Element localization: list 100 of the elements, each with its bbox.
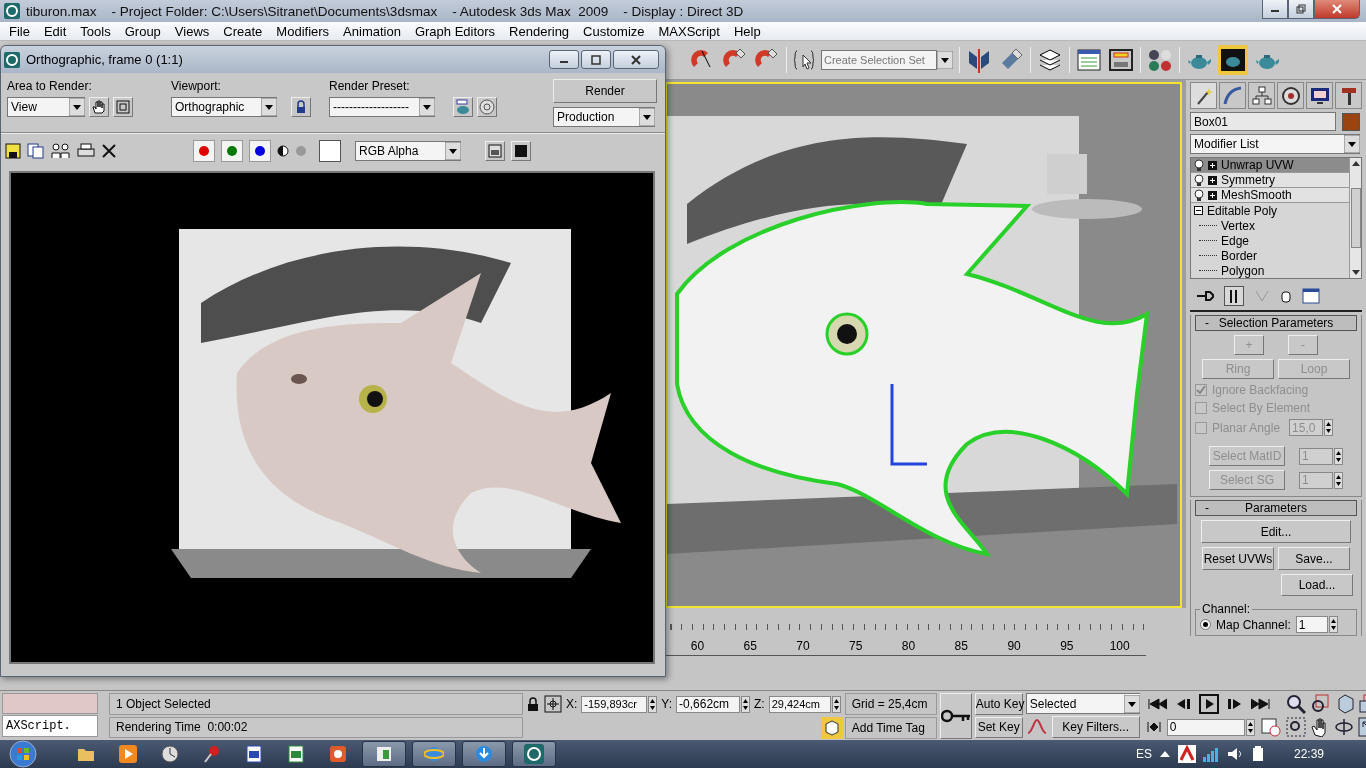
menu-item[interactable]: MAXScript <box>651 23 727 39</box>
object-name-field[interactable]: Box01 <box>1190 112 1336 131</box>
spinner-arrows-icon[interactable] <box>831 695 841 713</box>
zoom-all-icon[interactable] <box>1309 693 1330 714</box>
channel-toggle-button[interactable] <box>193 139 215 162</box>
show-end-result-icon[interactable] <box>1224 286 1244 306</box>
go-to-end-icon[interactable] <box>1250 697 1271 710</box>
menu-item[interactable]: File <box>2 23 37 39</box>
taskbar-button[interactable] <box>362 741 406 767</box>
lock-icon[interactable] <box>526 696 540 712</box>
stack-subitem[interactable]: Border <box>1191 248 1349 263</box>
start-button-icon[interactable] <box>6 740 40 768</box>
maxscript-field[interactable]: AXScript. <box>2 715 98 737</box>
menu-item[interactable]: Help <box>726 23 768 39</box>
copy-icon[interactable] <box>27 142 45 159</box>
clear-icon[interactable] <box>101 142 117 159</box>
taskbar-button[interactable] <box>412 741 456 767</box>
y-field[interactable]: -0,662cm <box>676 695 741 713</box>
stack-item[interactable]: Unwrap UVW <box>1191 158 1349 174</box>
selection-set-field[interactable]: Create Selection Set <box>821 50 937 70</box>
menu-item[interactable]: Tools <box>73 23 118 39</box>
expand-icon[interactable] <box>1208 190 1217 200</box>
menu-item[interactable]: Customize <box>576 23 652 39</box>
clock[interactable]: 22:39 <box>1293 747 1324 761</box>
configure-sets-icon[interactable] <box>1302 288 1320 304</box>
key-mode-dropdown[interactable]: Selected <box>1025 693 1140 714</box>
monochrome-icon[interactable] <box>277 144 289 157</box>
volume-icon[interactable] <box>1225 746 1244 762</box>
rollout-header[interactable]: - Parameters <box>1195 500 1357 516</box>
signal-icon[interactable] <box>1201 746 1220 762</box>
menu-item[interactable]: Graph Editors <box>407 23 503 39</box>
dropdown-arrow-icon[interactable] <box>69 98 85 116</box>
time-configuration-icon[interactable] <box>1260 717 1281 738</box>
time-tag-icon[interactable] <box>820 717 843 739</box>
close-icon[interactable] <box>630 54 642 65</box>
material-editor-icon[interactable] <box>1147 47 1173 73</box>
key-filters-button[interactable]: Key Filters... <box>1051 716 1140 738</box>
save-button[interactable]: Save... <box>1278 547 1350 570</box>
curve-editor-icon[interactable] <box>1076 47 1102 73</box>
rendered-frame-icon[interactable] <box>1218 45 1248 75</box>
lightbulb-icon[interactable] <box>1194 174 1204 187</box>
dropdown-arrow-icon[interactable] <box>445 141 461 160</box>
close-button[interactable] <box>613 50 659 69</box>
stack-subitem[interactable]: Edge <box>1191 233 1349 249</box>
collapse-icon[interactable] <box>1194 206 1203 216</box>
render-mode-dropdown[interactable]: Production <box>553 107 655 127</box>
pin-icon[interactable] <box>1196 289 1214 303</box>
key-mode-toggle-icon[interactable] <box>1146 721 1161 734</box>
lightbulb-icon[interactable] <box>1194 159 1204 171</box>
stack-item[interactable]: Symmetry <box>1191 173 1349 189</box>
channel-toggle-button[interactable] <box>221 139 243 162</box>
play-icon[interactable] <box>1198 693 1219 714</box>
maximize-button[interactable] <box>1288 0 1314 19</box>
menu-item[interactable]: Animation <box>336 23 408 39</box>
menu-item[interactable]: Create <box>216 23 270 39</box>
go-to-start-icon[interactable] <box>1146 697 1167 710</box>
schematic-view-icon[interactable] <box>1108 47 1134 73</box>
menu-item[interactable]: Rendering <box>502 23 577 39</box>
reset-uvws-button[interactable]: Reset UVWs <box>1202 547 1274 570</box>
menu-item[interactable]: Group <box>117 23 168 39</box>
spinner-arrows-icon[interactable] <box>1328 616 1338 633</box>
dot-icon[interactable] <box>255 145 265 156</box>
stack-item[interactable]: Editable Poly <box>1191 203 1349 219</box>
dropdown-arrow-icon[interactable] <box>419 98 435 116</box>
scroll-thumb-icon[interactable] <box>1350 188 1361 248</box>
save-icon[interactable] <box>5 142 21 159</box>
z-field[interactable]: 29,424cm <box>768 695 831 713</box>
collapse-sign[interactable]: - <box>1196 501 1218 515</box>
spinner-arrows-icon[interactable] <box>1334 447 1343 465</box>
menu-item[interactable]: Edit <box>36 23 74 39</box>
dropdown-arrow-icon[interactable] <box>639 108 655 126</box>
minimize-button[interactable] <box>1262 0 1288 19</box>
scroll-down-icon[interactable] <box>1351 270 1360 276</box>
scroll-up-icon[interactable] <box>1351 160 1360 166</box>
render-button[interactable]: Render <box>553 79 657 103</box>
channel-toggle-button[interactable] <box>249 139 271 162</box>
taskbar-button[interactable] <box>512 741 556 767</box>
stack-subitem[interactable]: Vertex <box>1191 218 1349 234</box>
maximize-button[interactable] <box>581 50 611 69</box>
spinner-arrows-icon[interactable] <box>1334 471 1343 489</box>
tray-arrow-icon[interactable] <box>1157 749 1172 759</box>
x-field[interactable]: -159,893cr <box>581 695 648 713</box>
clone-icon[interactable] <box>51 142 71 159</box>
close-button[interactable] <box>1314 0 1360 19</box>
stack-subitem[interactable]: Polygon <box>1191 263 1349 278</box>
scrollbar[interactable] <box>1349 158 1361 278</box>
restore-icon[interactable] <box>1296 4 1306 14</box>
menu-item[interactable]: Views <box>167 23 217 39</box>
set-key-button[interactable]: Set Key <box>974 716 1023 738</box>
spinner-arrows-icon[interactable] <box>741 695 751 713</box>
dropdown-arrow-icon[interactable] <box>937 51 953 69</box>
current-frame-field[interactable]: 0 <box>1166 718 1245 736</box>
stack-item[interactable]: MeshSmooth <box>1191 188 1349 204</box>
minimize-button[interactable] <box>549 50 579 69</box>
tangent-curve-icon[interactable] <box>1025 717 1048 737</box>
dot-icon[interactable] <box>199 145 209 156</box>
layers-icon[interactable] <box>1037 47 1063 73</box>
load-button[interactable]: Load... <box>1281 574 1353 596</box>
orbit-icon[interactable] <box>1333 717 1354 738</box>
time-tag-button[interactable]: Add Time Tag <box>844 717 937 739</box>
